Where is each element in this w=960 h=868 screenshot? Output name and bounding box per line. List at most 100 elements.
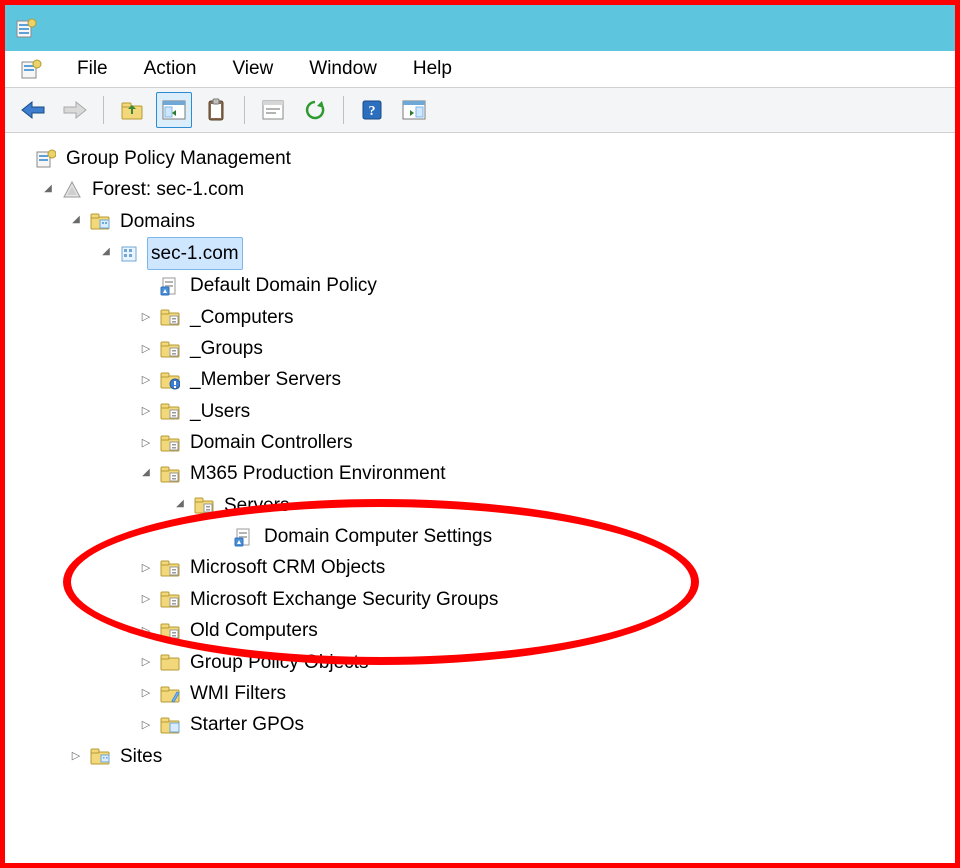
tree-item-label: _Groups	[187, 333, 266, 364]
menu-help[interactable]: Help	[409, 56, 456, 82]
mmc-icon	[17, 55, 45, 83]
tree-forest[interactable]: Forest: sec-1.com	[15, 174, 947, 205]
show-hide-tree-button[interactable]	[156, 92, 192, 128]
tree-gpo-domain-computer-settings[interactable]: Domain Computer Settings	[15, 521, 947, 552]
expand-toggle[interactable]	[139, 559, 153, 577]
expand-toggle[interactable]	[69, 747, 83, 765]
toolbar: ?	[5, 88, 955, 133]
tree-item-label: Starter GPOs	[187, 709, 307, 740]
tree-ou-member-servers[interactable]: _Member Servers	[15, 364, 947, 395]
tree-item-label: Old Computers	[187, 615, 321, 646]
tree-item-label: Domain Computer Settings	[261, 521, 495, 552]
tree-item-label: _Users	[187, 396, 253, 427]
expand-toggle[interactable]	[99, 245, 113, 262]
toolbar-separator	[244, 96, 245, 124]
show-actions-button[interactable]	[396, 92, 432, 128]
tree-domains[interactable]: Domains	[15, 206, 947, 237]
clipboard-button[interactable]	[198, 92, 234, 128]
tree-gpo-container[interactable]: Group Policy Objects	[15, 647, 947, 678]
tree-item-label: M365 Production Environment	[187, 458, 449, 489]
expand-toggle[interactable]	[139, 622, 153, 640]
tree-forest-label: Forest: sec-1.com	[89, 174, 247, 205]
expand-toggle[interactable]	[41, 182, 55, 199]
tree-ou-servers[interactable]: Servers	[15, 490, 947, 521]
tree-wmi-filters[interactable]: WMI Filters	[15, 678, 947, 709]
tree-ou-exchange[interactable]: Microsoft Exchange Security Groups	[15, 584, 947, 615]
expand-toggle[interactable]	[69, 213, 83, 230]
tree-item-label: _Member Servers	[187, 364, 344, 395]
tree-ou-computers[interactable]: _Computers	[15, 302, 947, 333]
menu-view[interactable]: View	[228, 56, 277, 82]
tree-item-label: Microsoft CRM Objects	[187, 552, 388, 583]
ou-icon	[193, 495, 215, 515]
help-button[interactable]: ?	[354, 92, 390, 128]
tree-default-domain-policy[interactable]: Default Domain Policy	[15, 270, 947, 301]
tree-root-label: Group Policy Management	[63, 143, 294, 174]
expand-toggle[interactable]	[139, 653, 153, 671]
tree-item-label: Servers	[221, 490, 292, 521]
gpo-link-icon	[233, 527, 255, 547]
tree-item-label: Group Policy Objects	[187, 647, 371, 678]
ou-icon	[159, 401, 181, 421]
gpm-icon	[35, 149, 57, 169]
ou-icon	[159, 433, 181, 453]
ou-icon	[159, 464, 181, 484]
tree-item-label: Domain Controllers	[187, 427, 356, 458]
gpo-link-icon	[159, 276, 181, 296]
tree-ou-groups[interactable]: _Groups	[15, 333, 947, 364]
tree-domain[interactable]: sec-1.com	[15, 237, 947, 270]
title-bar[interactable]	[5, 5, 955, 51]
expand-toggle[interactable]	[139, 371, 153, 389]
ou-blocked-icon	[159, 370, 181, 390]
tree-ou-m365[interactable]: M365 Production Environment	[15, 458, 947, 489]
up-folder-button[interactable]	[114, 92, 150, 128]
tree-root[interactable]: Group Policy Management	[15, 143, 947, 174]
svg-text:?: ?	[369, 104, 376, 119]
tree-ou-old-computers[interactable]: Old Computers	[15, 615, 947, 646]
domain-icon	[119, 244, 141, 264]
expand-toggle[interactable]	[139, 466, 153, 483]
tree-starter-gpos[interactable]: Starter GPOs	[15, 709, 947, 740]
expand-toggle[interactable]	[173, 497, 187, 514]
navigation-tree[interactable]: Group Policy Management Forest: sec-1.co…	[5, 133, 955, 772]
forest-icon	[61, 180, 83, 200]
tree-domains-label: Domains	[117, 206, 198, 237]
ou-icon	[159, 339, 181, 359]
tree-item-label: Sites	[117, 741, 165, 772]
expand-toggle[interactable]	[139, 434, 153, 452]
toolbar-separator	[103, 96, 104, 124]
expand-toggle[interactable]	[139, 590, 153, 608]
properties-button[interactable]	[255, 92, 291, 128]
menu-action[interactable]: Action	[140, 56, 201, 82]
tree-ou-domain-controllers[interactable]: Domain Controllers	[15, 427, 947, 458]
starter-gpo-icon	[159, 715, 181, 735]
back-button[interactable]	[15, 92, 51, 128]
ou-icon	[159, 589, 181, 609]
sites-icon	[89, 746, 111, 766]
refresh-button[interactable]	[297, 92, 333, 128]
toolbar-separator	[343, 96, 344, 124]
tree-domain-label: sec-1.com	[147, 237, 243, 270]
tree-ddp-label: Default Domain Policy	[187, 270, 380, 301]
tree-ou-crm[interactable]: Microsoft CRM Objects	[15, 552, 947, 583]
expand-toggle[interactable]	[139, 308, 153, 326]
wmi-icon	[159, 684, 181, 704]
ou-icon	[159, 558, 181, 578]
menu-file[interactable]: File	[73, 56, 112, 82]
tree-ou-users[interactable]: _Users	[15, 396, 947, 427]
expand-toggle[interactable]	[139, 716, 153, 734]
tree-item-label: Microsoft Exchange Security Groups	[187, 584, 501, 615]
forward-button[interactable]	[57, 92, 93, 128]
expand-toggle[interactable]	[139, 340, 153, 358]
folder-icon	[159, 652, 181, 672]
tree-sites[interactable]: Sites	[15, 741, 947, 772]
app-icon	[15, 18, 37, 38]
tree-item-label: _Computers	[187, 302, 297, 333]
ou-icon	[159, 307, 181, 327]
domains-icon	[89, 211, 111, 231]
expand-toggle[interactable]	[139, 402, 153, 420]
menu-window[interactable]: Window	[305, 56, 381, 82]
menu-bar: File Action View Window Help	[5, 51, 955, 88]
expand-toggle[interactable]	[139, 684, 153, 702]
ou-icon	[159, 621, 181, 641]
